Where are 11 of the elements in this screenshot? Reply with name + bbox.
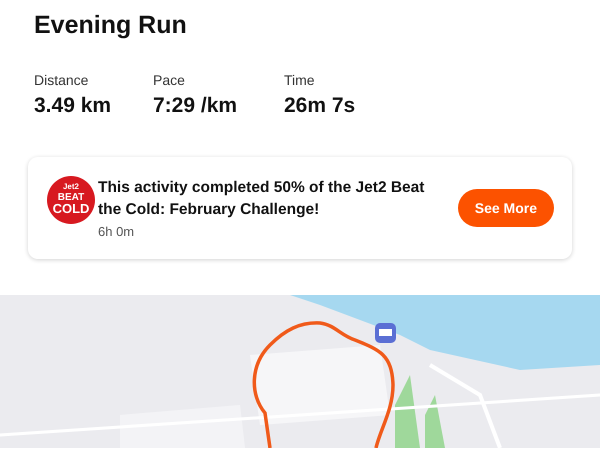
- activity-title: Evening Run: [34, 10, 188, 40]
- see-more-button[interactable]: See More: [458, 189, 554, 227]
- challenge-message: This activity completed 50% of the Jet2 Beat the Cold: February Challenge!: [98, 178, 426, 220]
- stat-value: 3.49 km: [34, 93, 112, 119]
- stat-value: 7:29 /km: [153, 93, 238, 119]
- stat-value: 26m 7s: [284, 93, 356, 119]
- stat-label: Pace: [153, 72, 186, 89]
- challenge-time: 6h 0m: [98, 224, 136, 239]
- stat-label: Distance: [34, 72, 90, 89]
- challenge-badge-icon: Jet2 BEAT COLD: [46, 175, 96, 225]
- stat-label: Time: [284, 72, 316, 89]
